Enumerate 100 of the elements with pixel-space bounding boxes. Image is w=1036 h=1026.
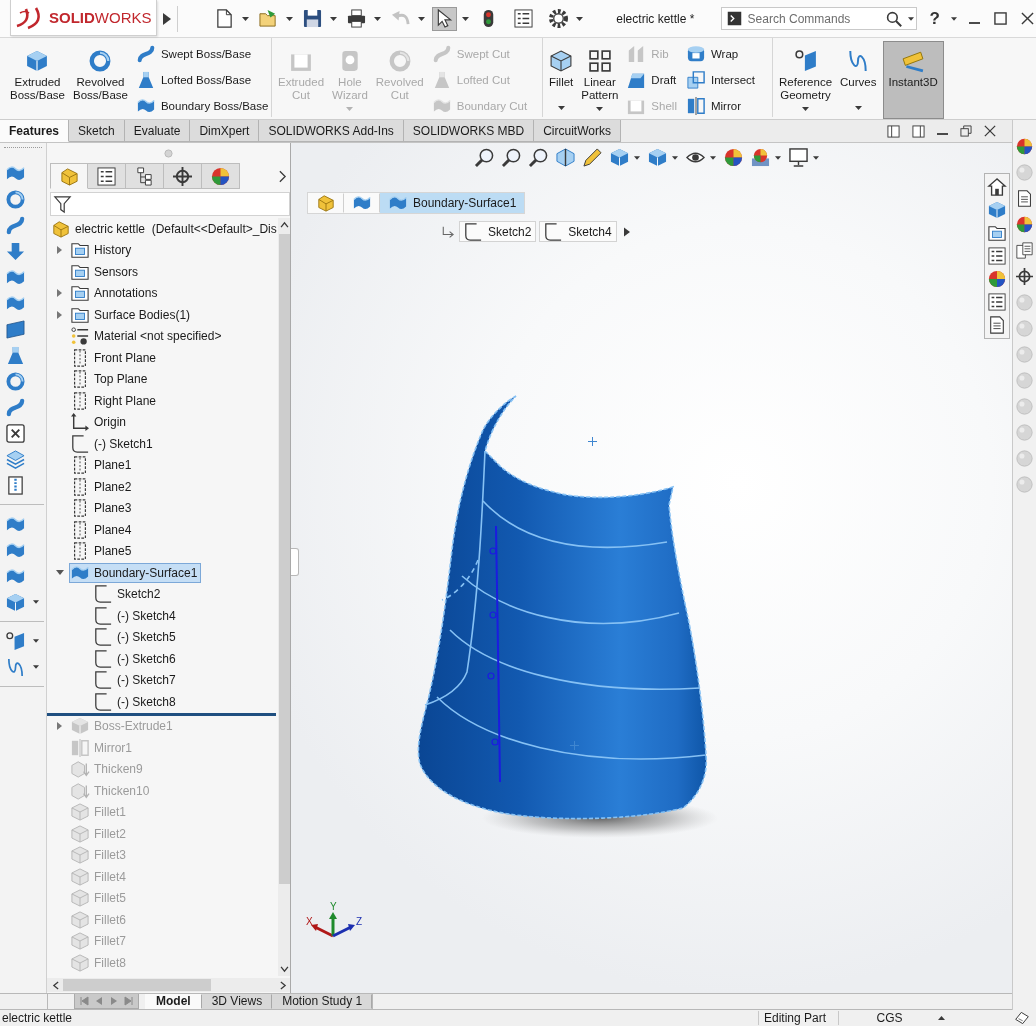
tree-item[interactable]: Annotations (69, 283, 162, 304)
pencil-icon[interactable] (583, 148, 602, 167)
scroll-down-icon[interactable] (279, 966, 289, 972)
caret-icon[interactable] (596, 107, 604, 111)
close-icon[interactable] (984, 125, 996, 137)
chevron-icon[interactable] (279, 169, 286, 183)
tree-item[interactable]: Plane2 (69, 476, 136, 497)
caret-icon[interactable] (374, 16, 381, 21)
ribbon-tab[interactable]: Evaluate (124, 120, 191, 142)
scene-icon[interactable] (751, 148, 770, 167)
color-ball-icon[interactable] (724, 148, 743, 167)
maximize-icon[interactable] (994, 12, 1007, 25)
tree-item[interactable]: Boundary-Surface1 (69, 562, 202, 583)
ribbon-tab[interactable]: SOLIDWORKS MBD (403, 120, 535, 142)
zoom-icon[interactable] (529, 148, 548, 167)
select-button[interactable] (432, 6, 457, 31)
caret-icon[interactable] (710, 155, 716, 160)
scroll-left-icon[interactable] (53, 980, 59, 990)
ribbon-button[interactable]: Linear Pattern (579, 41, 621, 103)
tree-item[interactable]: (-) Sketch1 (69, 433, 157, 454)
units-label[interactable]: CGS (876, 1011, 903, 1025)
caret-icon[interactable] (286, 16, 293, 21)
scroll-up-icon[interactable] (279, 222, 289, 228)
tree-item[interactable]: (-) Sketch8 (92, 691, 180, 712)
close-icon[interactable] (1021, 12, 1034, 25)
caret-icon[interactable] (854, 106, 862, 110)
document-icon[interactable] (1016, 190, 1033, 207)
color-ball-icon[interactable] (1016, 138, 1033, 155)
tree-item[interactable]: (-) Sketch6 (92, 648, 180, 669)
panel-splitter-handle[interactable] (291, 548, 299, 576)
cube-icon[interactable] (610, 148, 629, 167)
caret-icon[interactable] (813, 155, 819, 160)
model-tab[interactable]: Motion Study 1 (272, 994, 373, 1009)
folder-icon[interactable] (988, 224, 1006, 242)
tree-item[interactable]: (-) Sketch7 (92, 670, 180, 691)
caret-icon[interactable] (557, 106, 565, 110)
curve-icon[interactable] (6, 657, 25, 677)
surface-icon[interactable] (6, 163, 25, 183)
surface-icon[interactable] (6, 293, 25, 313)
scroll-right-icon[interactable] (280, 980, 286, 990)
tree-item[interactable]: (-) Sketch5 (92, 627, 180, 648)
caret-icon[interactable] (33, 639, 39, 643)
ribbon-tab[interactable]: Features (0, 120, 70, 142)
cube-icon[interactable] (648, 148, 667, 167)
restore-icon[interactable] (960, 125, 972, 137)
caret-icon[interactable] (938, 1016, 945, 1020)
panel-tab[interactable] (88, 163, 126, 189)
tree-item[interactable]: Material <not specified> (69, 326, 226, 347)
split-view-icon[interactable] (887, 124, 900, 138)
help-button[interactable]: ? (926, 7, 943, 30)
ribbon-button[interactable]: Instant3D (882, 41, 944, 119)
tree-item[interactable]: Origin (69, 412, 130, 433)
crosshair-icon[interactable] (1016, 268, 1033, 285)
list-icon[interactable] (988, 293, 1006, 311)
ribbon-button[interactable]: Draft (624, 67, 680, 93)
layers-icon[interactable] (6, 449, 25, 469)
collapse-arrow-icon[interactable] (55, 570, 64, 576)
caret-icon[interactable] (672, 155, 678, 160)
home-icon[interactable] (988, 178, 1006, 196)
rollback-bar[interactable] (47, 712, 276, 716)
tree-item[interactable]: Right Plane (69, 390, 161, 411)
tree-item[interactable]: (-) Sketch4 (92, 605, 180, 626)
expand-arrow-icon[interactable] (623, 226, 630, 237)
tag-icon[interactable] (1014, 1011, 1030, 1025)
surface-model[interactable] (417, 395, 708, 820)
split-view-icon[interactable] (912, 124, 925, 138)
section-view-icon[interactable] (556, 148, 575, 167)
logo-button[interactable]: SOLIDWORKS (10, 0, 157, 36)
model-tab[interactable]: 3D Views (201, 994, 273, 1009)
caret-icon[interactable] (242, 16, 249, 21)
caret-icon[interactable] (330, 16, 337, 21)
bent-arrow-icon[interactable] (441, 225, 454, 238)
caret-icon[interactable] (775, 155, 781, 160)
ribbon-button[interactable]: Mirror (683, 93, 759, 119)
ribbon-button[interactable]: Extruded Boss/Base (8, 41, 67, 119)
caret-icon[interactable] (802, 107, 810, 111)
cube-icon[interactable] (988, 201, 1006, 219)
ring-icon[interactable] (6, 189, 25, 209)
horizontal-scrollbar[interactable] (47, 978, 290, 992)
ribbon-button[interactable]: Boundary Boss/Base (133, 93, 272, 119)
breadcrumb-item[interactable]: Boundary-Surface1 (380, 193, 525, 213)
ribbon-button[interactable]: Swept Boss/Base (133, 41, 272, 67)
search-bar[interactable]: Search Commands (720, 7, 917, 30)
color-ball-icon[interactable] (1016, 216, 1033, 233)
tree-item[interactable]: Plane1 (69, 455, 136, 476)
list-icon[interactable] (988, 247, 1006, 265)
caret-icon[interactable] (462, 16, 469, 21)
caret-icon[interactable] (33, 600, 39, 604)
ribbon-button[interactable]: Wrap (683, 41, 759, 67)
search-field[interactable]: Search Commands (747, 11, 880, 26)
surface-icon[interactable] (6, 566, 25, 586)
caret-icon[interactable] (951, 16, 957, 21)
surface-icon[interactable] (6, 514, 25, 534)
panel-tab[interactable] (126, 163, 164, 189)
ring-icon[interactable] (6, 371, 25, 391)
tree-item[interactable]: Plane4 (69, 519, 136, 540)
grip-icon[interactable] (164, 148, 173, 158)
documents-icon[interactable] (1016, 242, 1033, 259)
ribbon-button[interactable]: Revolved Boss/Base (70, 41, 130, 119)
tree-item[interactable]: Plane5 (69, 541, 136, 562)
